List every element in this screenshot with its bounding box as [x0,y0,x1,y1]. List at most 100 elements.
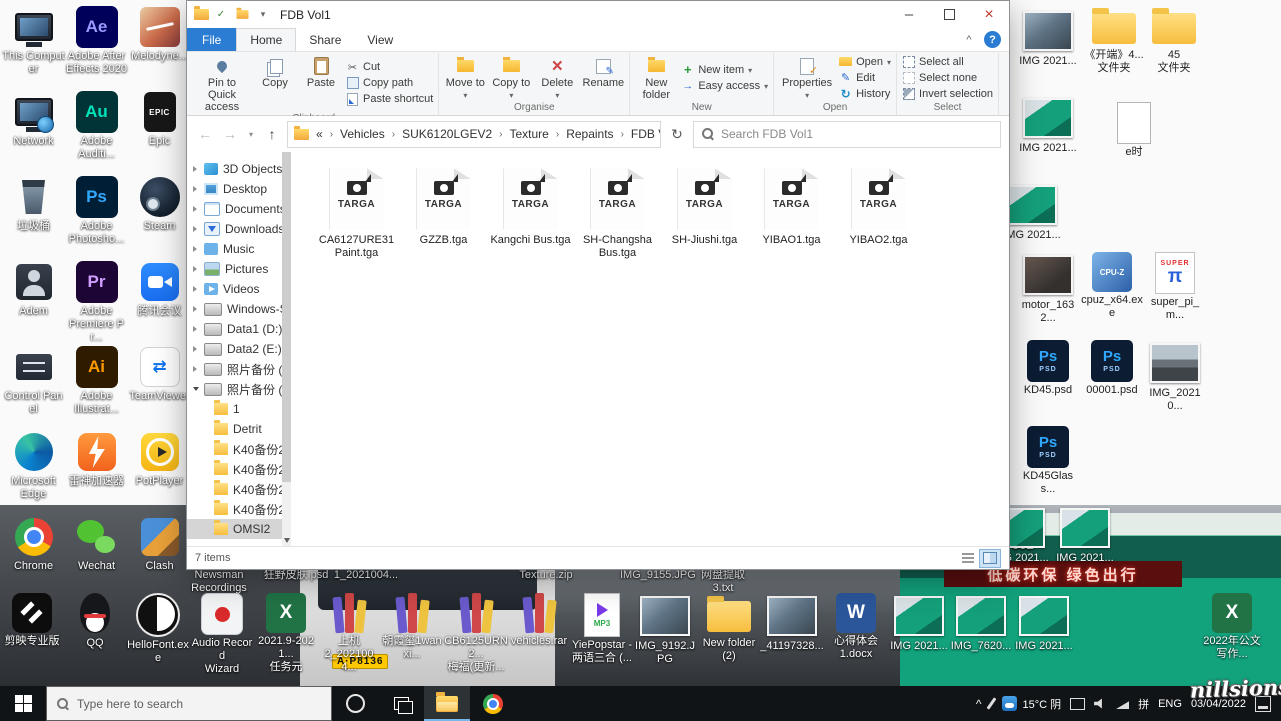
file-sh-jiushi[interactable]: TARGASH-Jiushi.tga [661,168,748,247]
nav-item-data1[interactable]: Data1 (D:) [187,319,291,339]
invert-selection-button[interactable]: Invert selection [902,87,993,100]
network-icon[interactable] [1116,698,1129,709]
desktop-icon-vehicles-rar[interactable]: vehicles.rar [507,593,571,648]
desktop-icon-audio-record[interactable]: Audio Record Wizard [190,593,254,676]
desktop-icon-adem[interactable]: Adem [2,257,65,342]
file-ca6127ure31[interactable]: TARGACA6127URE31 Paint.tga [313,168,400,260]
cortana-button[interactable] [332,686,378,721]
taskbar-chrome[interactable] [470,686,516,721]
desktop-icon-edge[interactable]: Microsoft Edge [2,427,65,512]
breadcrumb-suk6120lgev2[interactable]: SUK6120LGEV2 [397,127,497,141]
open-button[interactable]: Open [839,55,891,68]
nav-item-k40-backup-3[interactable]: K40备份202... [187,479,291,499]
tab-file[interactable]: File [187,28,236,51]
nav-item-downloads[interactable]: Downloads [187,219,291,239]
delete-button[interactable]: Delete [534,53,580,102]
nav-item-photo-backup-f[interactable]: 照片备份 (F [187,359,291,379]
desktop-icon-control-panel[interactable]: Control Panel [2,342,65,427]
desktop-icon-newsman[interactable]: Newsman Recordings [183,569,255,595]
nav-item-data2[interactable]: Data2 (E:) [187,339,291,359]
file-gzzb[interactable]: TARGAGZZB.tga [400,168,487,247]
desktop-icon-img[interactable]: IMG 2021... [1016,8,1080,68]
maximize-button[interactable] [929,1,969,28]
refresh-button[interactable] [666,126,688,143]
scrollbar-thumb[interactable] [282,152,291,482]
desktop-icon-e-file[interactable]: e时 [1102,102,1166,159]
desktop-icon-img[interactable]: IMG 2021... [1053,505,1117,565]
language-indicator[interactable]: ENG [1158,698,1182,710]
taskbar-search-input[interactable]: Type here to search [46,686,332,721]
desktop-icon-leishen[interactable]: 雷神加速器 [65,427,128,512]
minimize-button[interactable] [889,1,929,28]
nav-item-videos[interactable]: Videos [187,279,291,299]
forward-button[interactable] [220,126,240,142]
desktop-icon-premiere[interactable]: PrAdobe Premiere Pr... [65,257,128,342]
desktop-icon-this-computer[interactable]: This Computer [2,2,65,87]
desktop-icon-chrome[interactable]: Chrome [2,512,65,597]
title-bar[interactable]: FDB Vol1 [187,1,1009,28]
nav-item-3d-objects[interactable]: 3D Objects [187,159,291,179]
up-button[interactable] [262,126,282,142]
desktop-icon-img[interactable]: IMG 2021... [1012,593,1076,653]
nav-item-1[interactable]: 1 [187,399,291,419]
history-button[interactable]: History [839,87,891,100]
desktop-icon-clash[interactable]: Clash [128,512,191,597]
back-button[interactable] [195,126,215,142]
desktop-icon-rar-zhaoxia[interactable]: 朝霞玺1wanxi... [380,593,444,661]
breadcrumb-repaints[interactable]: Repaints [561,127,618,141]
hidden-icons-button chevron-up-icon[interactable] [976,697,982,711]
desktop-icon-motor[interactable]: motor_1632... [1016,252,1080,325]
thumbnail-view-button grid-icon[interactable] [979,549,1001,568]
desktop-icon-jianying[interactable]: 剪映专业版 [0,593,64,648]
qat-customize-button chevron-down-icon[interactable] [254,6,272,24]
nav-item-omsi2[interactable]: OMSI2 [187,519,291,539]
details-view-button list-icon[interactable] [957,549,979,568]
qat-new-folder-button folder-icon[interactable] [233,6,251,24]
desktop-icon-audition[interactable]: AuAdobe Auditi... [65,87,128,172]
desktop-icon-photoshop[interactable]: PsAdobe Photosho... [65,172,128,257]
nav-item-detrit[interactable]: Detrit [187,419,291,439]
new-item-button[interactable]: New item [681,63,768,76]
breadcrumb-overflow[interactable]: « [311,127,328,141]
breadcrumb-fdb-vol1[interactable]: FDB Vol1 [626,127,661,141]
desktop-icon-after-effects[interactable]: AeAdobe After Effects 2020 [65,2,128,87]
rename-button[interactable]: Rename [580,53,626,102]
desktop-icon-psd[interactable]: PsPSD00001.psd [1080,340,1144,397]
speaker-icon[interactable] [1094,698,1107,710]
desktop-icon-cpuz[interactable]: CPU-Zcpuz_x64.exe [1080,252,1144,320]
desktop-icon-img[interactable]: IMG 2021... [1016,95,1080,155]
nav-scrollbar[interactable] [282,152,291,546]
pen-icon[interactable] [987,697,997,709]
ime-indicator[interactable]: 拼 [1138,696,1149,712]
desktop-icon-excel-task[interactable]: X2021.9-2021... 任务元 [254,593,318,674]
new-folder-button[interactable]: New folder [633,53,679,102]
desktop-icon-kaiduan-folder[interactable]: 《开端》4... 文件夹 [1082,5,1146,75]
desktop-icon-illustrator[interactable]: AiAdobe Illustrat... [65,342,128,427]
desktop-icon-potplayer[interactable]: PotPlayer [128,427,191,512]
cut-button[interactable]: Cut [346,61,433,74]
nav-item-pictures[interactable]: Pictures [187,259,291,279]
weather-widget[interactable]: 15°C 阴 [1002,696,1061,712]
close-button[interactable] [969,1,1009,28]
help-button question-icon[interactable] [984,31,1001,48]
properties-button[interactable]: Properties [777,53,837,102]
qat-properties-button check-icon[interactable] [212,6,230,24]
desktop-icon-45-folder[interactable]: 45 文件夹 [1142,5,1206,75]
collapse-ribbon-button chevron-up-icon[interactable] [958,28,980,51]
file-yibao1[interactable]: TARGAYIBAO1.tga [748,168,835,247]
desktop-icon-img-41197328[interactable]: _41197328... [760,593,824,653]
desktop-icon-img-9192[interactable]: IMG_9192.JPG [633,593,697,666]
desktop-icon-img-9155[interactable]: IMG_9155.JPG [620,569,692,582]
desktop-icon-psd[interactable]: PsPSDKD45.psd [1016,340,1080,397]
nav-item-windows-ssd[interactable]: Windows-S... [187,299,291,319]
desktop-icon-rar-cb6125[interactable]: CB6125URN2... 梅福(更新... [444,593,508,674]
desktop-icon-img[interactable]: IMG_20210... [1143,340,1207,413]
paste-shortcut-button[interactable]: Paste shortcut [346,93,433,106]
recent-locations-button chevron-down-icon[interactable] [245,130,257,139]
tab-share[interactable]: Share [296,28,354,51]
file-kangchi-bus[interactable]: TARGAKangchi Bus.tga [487,168,574,247]
desktop-icon-img[interactable]: IMG 2021... [887,593,951,653]
paste-button[interactable]: Paste [298,53,344,113]
search-input[interactable]: Search FDB Vol1 [693,121,1001,148]
nav-item-desktop[interactable]: Desktop [187,179,291,199]
